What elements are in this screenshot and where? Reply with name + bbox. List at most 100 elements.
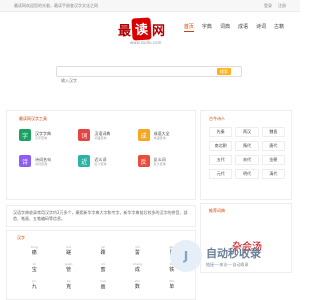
main-nav: 首页 字典 词典 成语 诗词 古籍 bbox=[183, 22, 284, 32]
tool-sub: 诗词查询 bbox=[35, 161, 48, 166]
lexicon-icon: 词 bbox=[78, 129, 91, 141]
featured-title: 推荐词典 bbox=[209, 208, 225, 213]
tool-antonyms[interactable]: 反 反义词 反义查询 bbox=[137, 153, 191, 169]
char-cell[interactable]: jiǔ 九 bbox=[17, 279, 51, 290]
char: 誓 bbox=[134, 250, 140, 256]
char: 数 bbox=[134, 284, 140, 290]
char-cell[interactable]: mì 蜜 bbox=[86, 262, 120, 273]
char-cell[interactable]: cuǒ 蹉 bbox=[51, 245, 85, 256]
dynasty-grid: 先秦 两汉 魏晋 南北朝 隋代 唐代 五代 宋代 金朝 元代 明代 清代 bbox=[209, 127, 285, 179]
tool-poetry[interactable]: 诗 诗词名句 诗词查询 bbox=[19, 153, 72, 169]
dynasty-item[interactable]: 明代 bbox=[235, 169, 259, 179]
char-cell[interactable]: shì 誓 bbox=[120, 245, 154, 256]
nav-dictionary[interactable]: 字典 bbox=[202, 22, 212, 32]
logo-text-1: 最 bbox=[118, 23, 132, 39]
char: 痛 bbox=[31, 250, 37, 256]
nav-poetry[interactable]: 诗词 bbox=[256, 22, 266, 32]
watermark-logo-icon: J bbox=[170, 240, 202, 272]
dynasty-card: 古今诗人 先秦 两汉 魏晋 南北朝 隋代 唐代 五代 宋代 金朝 元代 明代 清… bbox=[200, 110, 292, 200]
pinyin: jiǔ bbox=[32, 279, 36, 283]
register-link[interactable]: 注册 bbox=[278, 3, 286, 9]
logo-text-2: 网 bbox=[152, 23, 166, 39]
nav-idioms[interactable]: 成语 bbox=[238, 22, 248, 32]
dynasty-item[interactable]: 清代 bbox=[261, 169, 285, 179]
antonym-icon: 反 bbox=[137, 155, 150, 167]
idiom-icon: 成 bbox=[137, 129, 150, 141]
book-icon: 字 bbox=[19, 129, 31, 141]
tools-card: 最读网汉字工具 字 汉字字典 汉字查询 词 汉语词典 词语查询 成 成语大全 成语查询… bbox=[6, 110, 196, 200]
tool-hanzi-dictionary[interactable]: 字 汉字字典 汉字查询 bbox=[19, 127, 72, 143]
pinyin: cuǒ bbox=[65, 245, 72, 249]
char-cell[interactable]: huà 画 bbox=[86, 279, 120, 290]
dynasty-item[interactable]: 金朝 bbox=[261, 155, 285, 165]
dynasty-item[interactable]: 元代 bbox=[209, 169, 233, 179]
dynasty-item[interactable]: 魏晋 bbox=[261, 127, 285, 137]
tool-idioms[interactable]: 成 成语大全 成语查询 bbox=[137, 127, 191, 143]
watermark-sub: 链接一·来访一·自动收录 bbox=[206, 261, 249, 267]
search-box: 搜索 bbox=[56, 66, 242, 85]
tool-sub: 汉字查询 bbox=[35, 135, 48, 140]
nav-home[interactable]: 首页 bbox=[183, 22, 194, 32]
dynasty-item[interactable]: 五代 bbox=[209, 155, 233, 165]
tool-sub: 反义查询 bbox=[153, 161, 166, 166]
dynasty-item[interactable]: 隋代 bbox=[235, 141, 259, 151]
tool-label: 诗词名句 bbox=[35, 156, 51, 162]
site-logo[interactable]: 最 读 网 bbox=[118, 17, 166, 41]
watermark-title: 自动秒收录 bbox=[206, 246, 261, 260]
tools-title: 最读网汉字工具 bbox=[19, 116, 47, 121]
tool-label: 反义词 bbox=[153, 156, 166, 162]
char: 蹉 bbox=[66, 250, 72, 256]
dynasty-item[interactable]: 先秦 bbox=[209, 127, 233, 137]
char-cell[interactable]: bì 宝 bbox=[17, 262, 51, 273]
tool-label: 汉字字典 bbox=[35, 130, 51, 136]
dynasty-item[interactable]: 宋代 bbox=[235, 155, 259, 165]
char: 克 bbox=[66, 284, 72, 290]
top-bar: 最读网欢迎您的光临，最读手册查汉字文化之网 登录 注册 bbox=[0, 0, 300, 12]
tool-sub: 成语查询 bbox=[153, 135, 166, 140]
pinyin: huà bbox=[100, 279, 106, 283]
pinyin: shì bbox=[135, 245, 140, 249]
dynasty-title: 古今诗人 bbox=[209, 116, 225, 121]
search-input[interactable] bbox=[57, 76, 217, 85]
poem-icon: 诗 bbox=[19, 155, 31, 167]
tool-lexicon[interactable]: 词 汉语词典 词语查询 bbox=[78, 127, 131, 143]
chars-card: 汉字 tòng痛 cuǒ蹉 jié蹀 shì誓 gèn艮 bì宝 guǎn管 m… bbox=[6, 230, 196, 300]
char: 九 bbox=[31, 284, 37, 290]
char-cell[interactable]: tòng 痛 bbox=[17, 245, 51, 256]
search-button[interactable]: 搜索 bbox=[217, 68, 231, 75]
char-cell[interactable]: chéng 成 bbox=[120, 262, 154, 273]
login-link[interactable]: 登录 bbox=[264, 3, 272, 9]
nav-lexicon[interactable]: 词典 bbox=[220, 22, 230, 32]
pinyin: tòng bbox=[30, 245, 38, 249]
logo-badge: 读 bbox=[131, 17, 152, 41]
pinyin: chéng bbox=[132, 262, 142, 266]
auth-links: 登录 注册 bbox=[264, 3, 286, 9]
char: 宝 bbox=[31, 267, 37, 273]
char-cell[interactable]: dān 单 bbox=[155, 279, 189, 290]
pinyin: dān bbox=[168, 279, 175, 283]
pinyin: kè bbox=[66, 279, 71, 283]
pinyin: bì bbox=[32, 262, 36, 266]
nav-classics[interactable]: 古籍 bbox=[274, 22, 284, 32]
char-cell[interactable]: guǎn 管 bbox=[51, 262, 85, 273]
tool-label: 近义词 bbox=[94, 156, 107, 162]
char-cell[interactable]: shù 数 bbox=[120, 279, 154, 290]
tool-label: 成语大全 bbox=[153, 130, 170, 136]
site-header: 最 读 网 www.zuidu.com 首页 字典 词典 成语 诗词 古籍 bbox=[0, 12, 300, 52]
tool-sub: 词语查询 bbox=[94, 135, 107, 140]
pinyin: jié bbox=[101, 245, 105, 249]
watermark: J 自动秒收录 链接一·来访一·自动收录 bbox=[170, 240, 261, 272]
logo-domain: www.zuidu.com bbox=[130, 40, 162, 45]
char: 画 bbox=[100, 284, 106, 290]
chars-grid: tòng痛 cuǒ蹉 jié蹀 shì誓 gèn艮 bì宝 guǎn管 mì蜜 … bbox=[17, 245, 189, 290]
char: 成 bbox=[134, 267, 140, 273]
chars-title: 汉字 bbox=[17, 235, 25, 240]
dynasty-item[interactable]: 两汉 bbox=[235, 127, 259, 137]
char: 蹀 bbox=[100, 250, 106, 256]
char-cell[interactable]: jié 蹀 bbox=[86, 245, 120, 256]
dynasty-item[interactable]: 南北朝 bbox=[209, 141, 233, 151]
tool-label: 汉语词典 bbox=[94, 130, 111, 136]
char-cell[interactable]: kè 克 bbox=[51, 279, 85, 290]
dynasty-item[interactable]: 唐代 bbox=[261, 141, 285, 151]
tool-synonyms[interactable]: 近 近义词 近义查询 bbox=[78, 153, 131, 169]
